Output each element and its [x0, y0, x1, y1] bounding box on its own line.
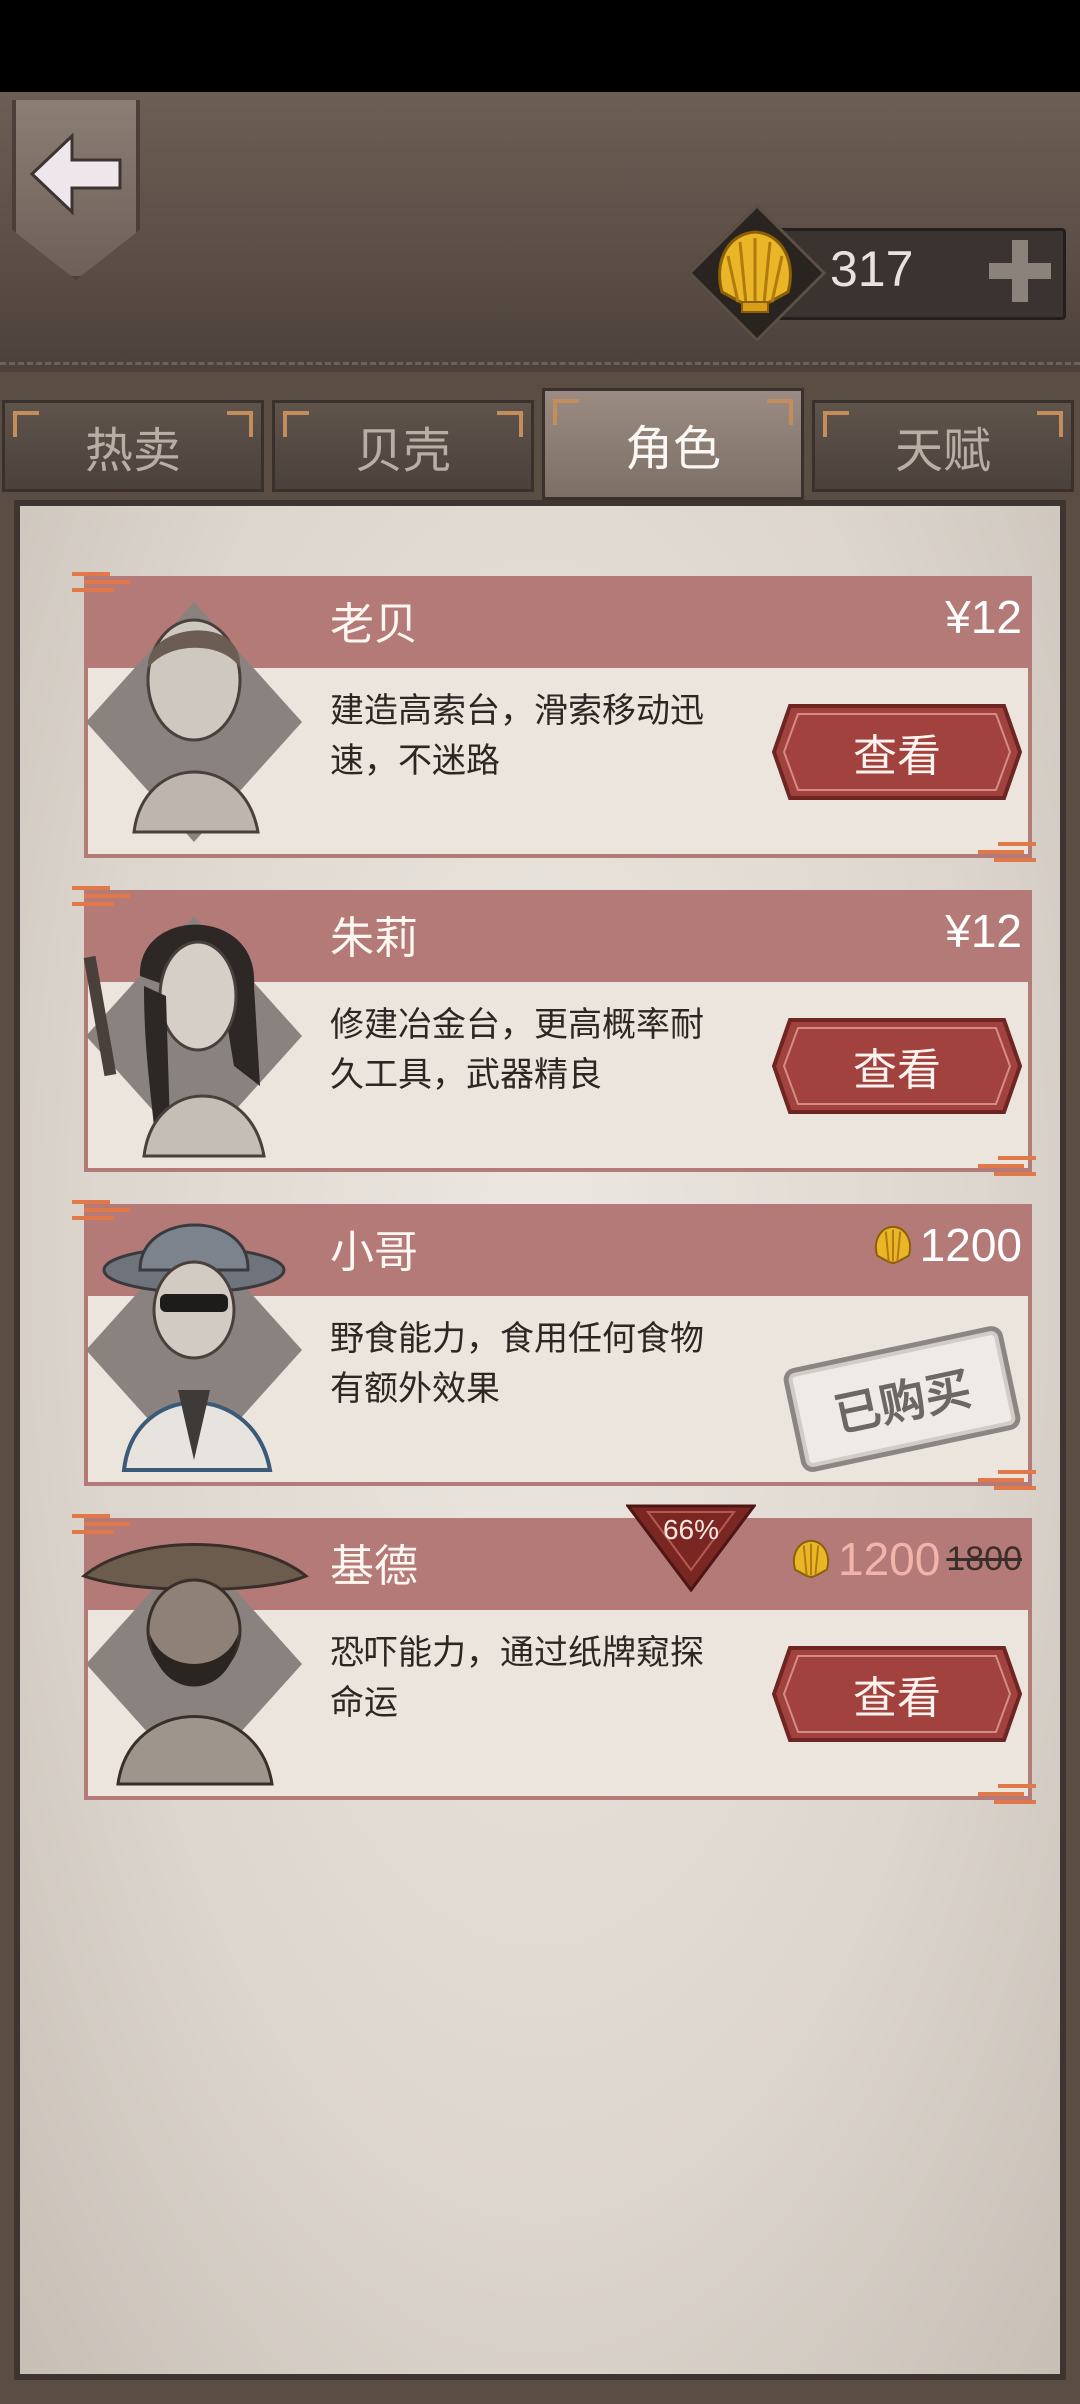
- character-name: 小哥: [330, 1227, 418, 1278]
- tab-corner-ornament: [1037, 411, 1063, 437]
- cloud-ornament-icon: [978, 1470, 1036, 1490]
- price-amount: 1200: [919, 1219, 1022, 1271]
- back-arrow-icon: [29, 132, 122, 216]
- character-card: 朱莉 ¥12 修建冶金台，更高概率耐久工具，武器精良 查看: [70, 882, 1036, 1176]
- tab-corner-ornament: [553, 399, 579, 425]
- character-description: 恐吓能力，通过纸牌窥探命运: [330, 1633, 704, 1723]
- character-price: 1200: [866, 1218, 1022, 1272]
- tab-corner-ornament: [13, 411, 39, 437]
- tab-corner-ornament: [283, 411, 309, 437]
- tab-label: 天赋: [894, 423, 991, 479]
- discount-badge: 66%: [625, 1504, 757, 1593]
- tab-characters[interactable]: 角色: [542, 388, 804, 500]
- character-price: ¥12: [945, 591, 1022, 643]
- tab-corner-ornament: [497, 411, 523, 437]
- character-description: 建造高索台，滑索移动迅速，不迷路: [330, 691, 704, 781]
- view-button[interactable]: 查看: [770, 700, 1024, 804]
- cloud-ornament-icon: [978, 1784, 1036, 1804]
- view-button[interactable]: 查看: [770, 1014, 1024, 1118]
- character-price: 1200 1800: [784, 1532, 1022, 1586]
- header-stitch-divider: [0, 362, 1080, 367]
- original-price: 1800: [946, 1539, 1022, 1578]
- character-card: 老贝 ¥12 建造高索台，滑索移动迅速，不迷路 查看: [70, 568, 1036, 862]
- character-portrait: [86, 602, 302, 842]
- character-card: 基德 66% 1200 1800 恐吓能力，通过纸牌窥探命运 查看: [70, 1504, 1036, 1804]
- tab-label: 贝壳: [354, 423, 451, 479]
- tab-corner-ornament: [767, 399, 793, 425]
- tab-corner-ornament: [227, 411, 253, 437]
- tab-hot-sale[interactable]: 热卖: [2, 400, 264, 492]
- character-portrait: [81, 1543, 309, 1786]
- sale-price: 1200: [838, 1533, 941, 1585]
- shell-icon: [793, 1539, 829, 1579]
- shell-count: 317: [830, 241, 914, 297]
- cloud-ornament-icon: [978, 842, 1036, 862]
- character-description: 修建冶金台，更高概率耐久工具，武器精良: [330, 1005, 704, 1095]
- view-button[interactable]: 查看: [770, 1642, 1024, 1746]
- discount-percent: 66%: [662, 1514, 720, 1545]
- status-bar: [0, 0, 1080, 92]
- tab-talents[interactable]: 天赋: [812, 400, 1074, 492]
- tab-label: 角色: [624, 421, 721, 477]
- character-card: 小哥 1200 野食能力，食用任何食物有额外效果 已购买: [70, 1196, 1036, 1490]
- view-button-label: 查看: [853, 1045, 941, 1096]
- shell-balance: 317: [687, 203, 1066, 343]
- tab-corner-ornament: [823, 411, 849, 437]
- shell-icon: [718, 230, 792, 313]
- character-portrait: [83, 916, 302, 1158]
- tab-shells[interactable]: 贝壳: [272, 400, 534, 492]
- character-description: 野食能力，食用任何食物有额外效果: [330, 1319, 704, 1409]
- character-name: 基德: [330, 1541, 418, 1592]
- category-tabs: 热卖 贝壳 角色 天赋: [0, 388, 1080, 500]
- view-button-label: 查看: [853, 1673, 941, 1724]
- view-button-label: 查看: [853, 731, 941, 782]
- cloud-ornament-icon: [978, 1156, 1036, 1176]
- tab-label: 热卖: [84, 423, 181, 479]
- character-portrait: [86, 1223, 302, 1472]
- add-shells-button[interactable]: [985, 236, 1055, 306]
- character-price: ¥12: [945, 905, 1022, 957]
- character-name: 朱莉: [330, 913, 418, 964]
- character-name: 老贝: [330, 599, 418, 650]
- character-list-panel: 老贝 ¥12 建造高索台，滑索移动迅速，不迷路 查看 朱莉 ¥12 修建冶金台，…: [14, 500, 1066, 2380]
- shell-icon: [874, 1225, 911, 1265]
